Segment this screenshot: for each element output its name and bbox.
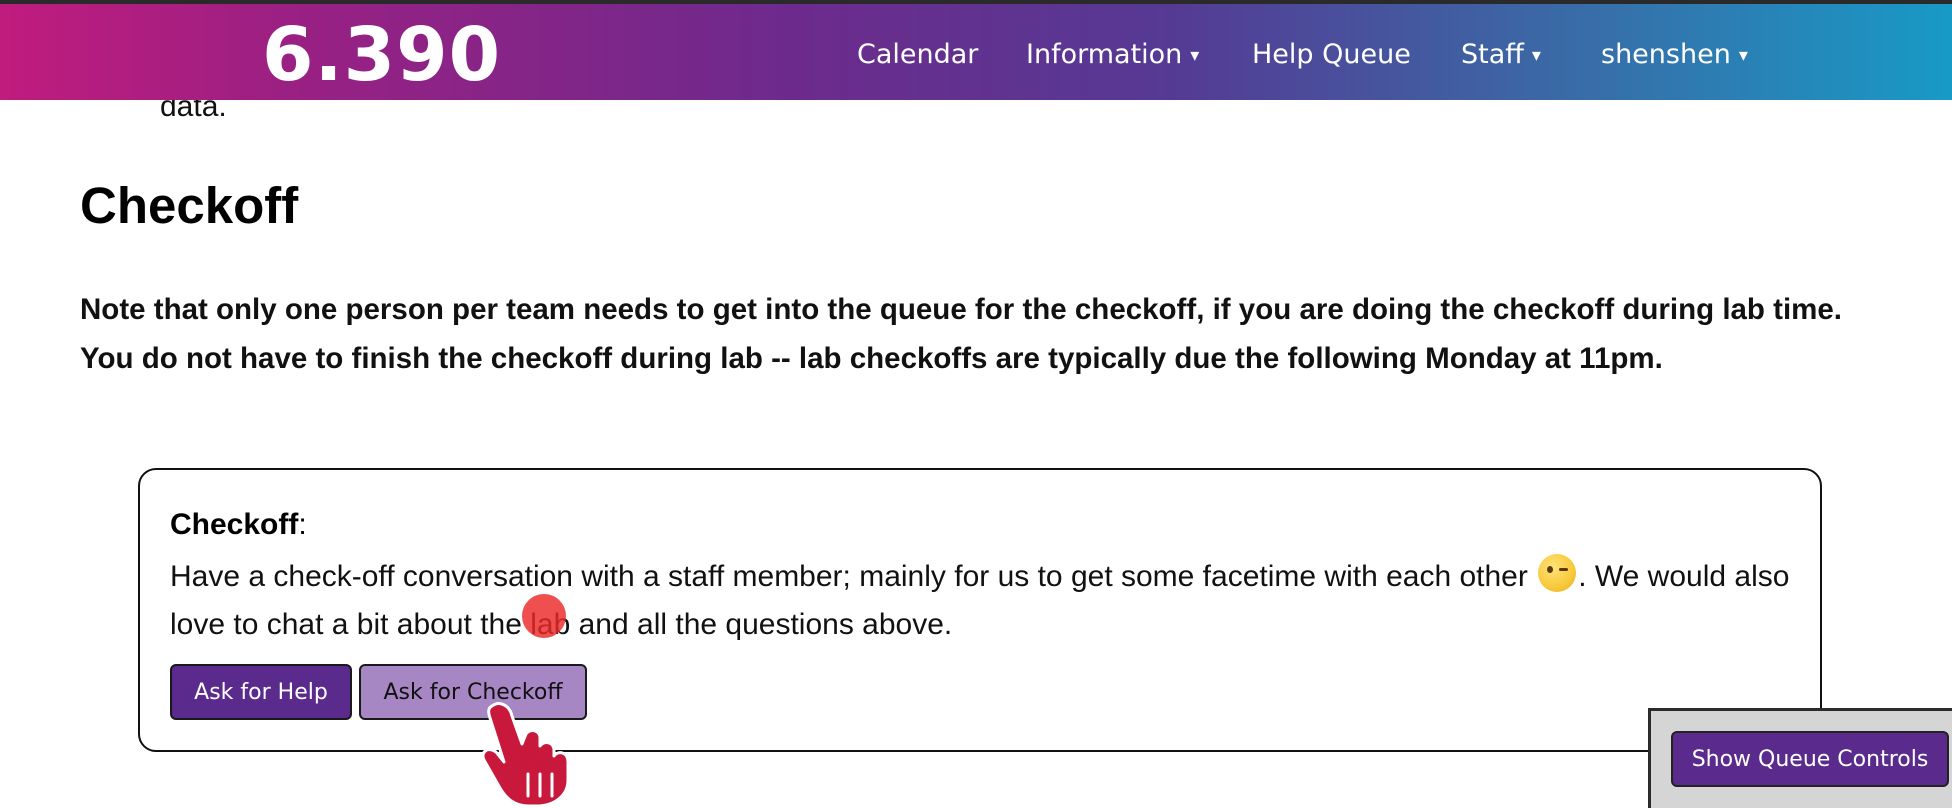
click-indicator-dot [522,594,566,638]
show-queue-controls-button[interactable]: Show Queue Controls [1671,731,1949,787]
checkoff-card-title-text: Checkoff [170,508,299,541]
nav-item-user-menu[interactable]: shenshen ▾ [1601,38,1748,75]
dropdown-caret-icon: ▾ [1190,45,1200,66]
checkoff-card-description: Have a check-off conversation with a sta… [170,553,1810,649]
dropdown-caret-icon: ▾ [1738,45,1748,66]
nav-item-label: Information [1026,39,1183,70]
checkoff-card-title: Checkoff: [170,505,307,545]
winking-face-emoji-icon [1538,554,1577,592]
checkoff-card-title-colon: : [298,508,307,541]
description-text-start: Have a check-off conversation with a sta… [170,560,1528,593]
nav-item-label: Help Queue [1252,39,1411,70]
section-heading-checkoff: Checkoff [80,177,299,234]
nav-item-label: Calendar [857,39,979,70]
site-brand-logo[interactable]: 6.390 [262,10,501,100]
nav-item-label: shenshen [1601,39,1731,70]
nav-item-calendar[interactable]: Calendar [857,38,978,72]
ask-for-help-button[interactable]: Ask for Help [170,664,352,720]
nav-item-help-queue[interactable]: Help Queue [1252,38,1411,72]
nav-item-staff[interactable]: Staff ▾ [1461,38,1541,75]
dropdown-caret-icon: ▾ [1531,45,1541,66]
hand-pointer-cursor-icon [481,702,570,808]
nav-item-label: Staff [1461,39,1524,70]
nav-item-information[interactable]: Information ▾ [1026,38,1199,75]
top-navbar: 6.390 Calendar Information ▾ Help Queue S… [0,4,1952,100]
checkoff-note: Note that only one person per team needs… [80,293,1842,375]
